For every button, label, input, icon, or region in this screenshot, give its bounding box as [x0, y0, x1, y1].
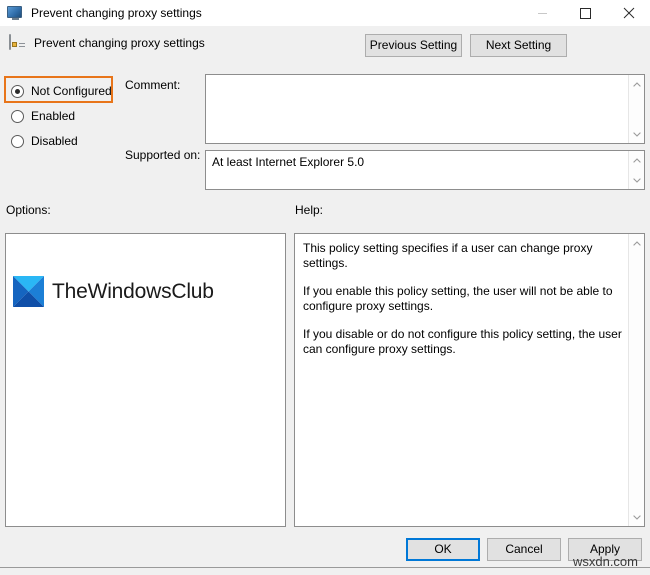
help-paragraph: If you disable or do not configure this … [303, 327, 622, 356]
monitor-icon [7, 5, 23, 21]
radio-label: Disabled [31, 134, 78, 148]
help-label: Help: [295, 203, 324, 217]
supported-on-label: Supported on: [125, 148, 201, 162]
supported-on-value: At least Internet Explorer 5.0 [212, 155, 365, 169]
chevron-down-icon[interactable] [629, 172, 645, 188]
maximize-icon[interactable] [564, 0, 607, 26]
minimize-icon[interactable] [521, 0, 564, 26]
chevron-down-icon[interactable] [629, 509, 644, 525]
help-paragraph: If you enable this policy setting, the u… [303, 284, 613, 313]
options-label: Options: [6, 203, 51, 217]
options-panel[interactable]: TheWindowsClub [5, 233, 286, 527]
radio-indicator [11, 84, 24, 98]
previous-setting-button[interactable]: Previous Setting [365, 34, 462, 57]
help-text: This policy setting specifies if a user … [303, 241, 622, 357]
radio-label: Not Configured [31, 84, 112, 98]
supported-on-field[interactable]: At least Internet Explorer 5.0 [205, 150, 645, 190]
radio-indicator [11, 109, 24, 123]
help-scrollbar[interactable] [628, 234, 644, 526]
window-controls [521, 0, 650, 26]
comment-field[interactable] [205, 74, 645, 144]
help-paragraph: This policy setting specifies if a user … [303, 241, 593, 270]
supported-on-scrollbar[interactable] [628, 151, 644, 189]
help-panel[interactable]: This policy setting specifies if a user … [294, 233, 645, 527]
radio-enabled[interactable]: Enabled [11, 108, 75, 124]
next-setting-button[interactable]: Next Setting [470, 34, 567, 57]
navigation-buttons: Previous Setting Next Setting [365, 34, 567, 57]
cancel-button[interactable]: Cancel [487, 538, 561, 561]
chevron-up-icon[interactable] [629, 235, 644, 251]
policy-setting-icon [9, 34, 27, 52]
radio-indicator [11, 134, 24, 148]
close-icon[interactable] [607, 0, 650, 26]
thewindowsclub-logo-icon [13, 276, 44, 307]
chevron-up-icon[interactable] [629, 76, 645, 92]
comment-label: Comment: [125, 78, 181, 92]
radio-label: Enabled [31, 109, 76, 123]
setting-header: Prevent changing proxy settings Previous… [0, 26, 650, 64]
chevron-up-icon[interactable] [629, 152, 645, 168]
thewindowsclub-label: TheWindowsClub [52, 279, 214, 303]
thewindowsclub-watermark: TheWindowsClub [13, 276, 214, 307]
radio-disabled[interactable]: Disabled [11, 133, 78, 149]
title-bar: Prevent changing proxy settings [0, 0, 650, 26]
window-title: Prevent changing proxy settings [31, 6, 202, 20]
radio-not-configured[interactable]: Not Configured [11, 83, 112, 99]
bottom-divider [0, 567, 650, 568]
ok-button[interactable]: OK [406, 538, 480, 561]
setting-title: Prevent changing proxy settings [34, 36, 205, 50]
chevron-down-icon[interactable] [629, 126, 645, 142]
comment-scrollbar[interactable] [628, 75, 644, 143]
